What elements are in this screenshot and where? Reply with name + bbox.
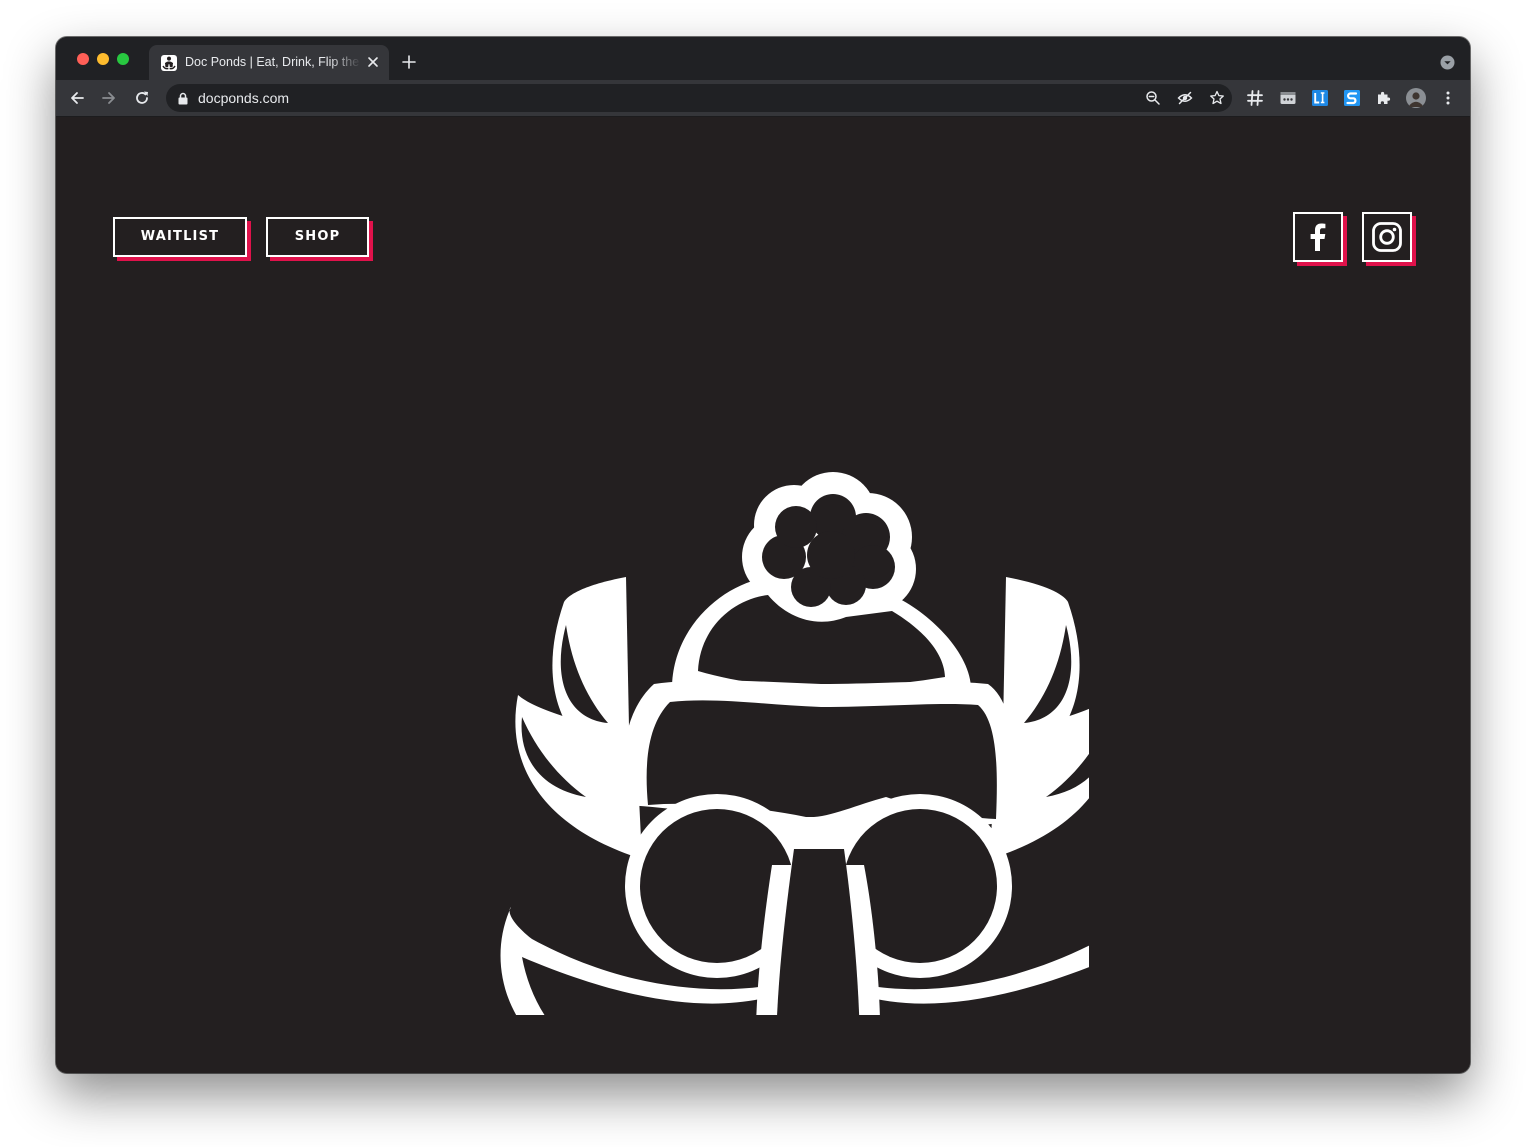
tracking-blocked-icon[interactable] [1177,90,1193,106]
tab-search-icon[interactable] [1440,55,1455,70]
browser-tab[interactable]: Doc Ponds | Eat, Drink, Flip the Pond [149,45,389,80]
facebook-link[interactable] [1293,212,1343,262]
zoom-icon[interactable] [1145,90,1161,106]
browser-window: Doc Ponds | Eat, Drink, Flip the Pond [56,37,1470,1073]
profile-avatar[interactable] [1406,88,1426,108]
hashtag-extension-icon[interactable] [1247,90,1263,106]
extensions-puzzle-icon[interactable] [1376,90,1392,106]
shop-button[interactable]: SHOP [266,217,369,257]
facebook-icon [1310,223,1326,251]
bookmark-star-icon[interactable] [1209,90,1225,106]
s-extension-icon[interactable] [1344,90,1360,106]
waitlist-button[interactable]: WAITLIST [113,217,247,257]
new-tab-plus-icon[interactable] [402,55,416,69]
minimize-window-button[interactable] [97,53,109,65]
browser-toolbar: docponds.com [56,80,1470,117]
tab-title: Doc Ponds | Eat, Drink, Flip the Pond [185,55,361,69]
dots-extension-icon[interactable] [1280,90,1296,106]
lock-icon[interactable] [177,92,189,105]
tab-strip: Doc Ponds | Eat, Drink, Flip the Pond [56,37,1470,80]
close-window-button[interactable] [77,53,89,65]
instagram-link[interactable] [1362,212,1412,262]
li-extension-icon[interactable] [1312,90,1328,106]
address-bar[interactable]: docponds.com [166,84,1232,112]
back-icon[interactable] [69,90,85,106]
url-text[interactable]: docponds.com [198,90,289,106]
reload-icon[interactable] [134,90,150,106]
tab-close-icon[interactable] [365,54,381,70]
forward-icon[interactable] [101,90,117,106]
page-content: WAITLIST SHOP [56,117,1470,1073]
site-favicon-icon [161,55,177,71]
instagram-icon [1372,222,1402,252]
maximize-window-button[interactable] [117,53,129,65]
doc-ponds-mascot-logo [500,472,1089,1015]
menu-kebab-icon[interactable] [1440,90,1456,106]
